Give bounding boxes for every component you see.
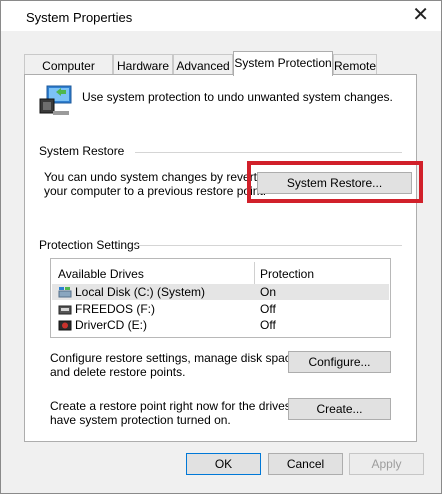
tab-hardware[interactable]: Hardware bbox=[113, 54, 173, 76]
drive-name: DriverCD (E:) bbox=[75, 318, 147, 332]
tab-computer-name[interactable]: Computer Name bbox=[24, 54, 113, 95]
configure-desc-line2: and delete restore points. bbox=[50, 365, 186, 379]
drive-name: Local Disk (C:) (System) bbox=[75, 285, 206, 299]
cancel-button[interactable]: Cancel bbox=[268, 453, 343, 475]
create-desc-line2: have system protection turned on. bbox=[50, 413, 231, 427]
column-header-protection[interactable]: Protection bbox=[260, 267, 314, 281]
title-bar[interactable]: System Properties ✕ bbox=[1, 1, 441, 31]
drive-protection: Off bbox=[260, 302, 276, 316]
tab-advanced[interactable]: Advanced bbox=[173, 54, 233, 76]
drive-protection: Off bbox=[260, 318, 276, 332]
cd-drive-icon bbox=[58, 320, 72, 331]
configure-desc-line1: Configure restore settings, manage disk … bbox=[50, 351, 301, 365]
drives-table[interactable]: Available Drives Protection Local Disk (… bbox=[50, 258, 391, 338]
system-restore-divider bbox=[135, 152, 402, 153]
protection-settings-group-title: Protection Settings bbox=[39, 238, 140, 252]
ok-button[interactable]: OK bbox=[186, 453, 261, 475]
system-restore-desc-line2: your computer to a previous restore poin… bbox=[44, 184, 267, 198]
drive-name: FREEDOS (F:) bbox=[75, 302, 155, 316]
tab-remote[interactable]: Remote bbox=[333, 54, 377, 76]
system-restore-group-title: System Restore bbox=[39, 144, 125, 158]
tab-system-protection[interactable]: System Protection bbox=[233, 51, 333, 76]
system-drive-icon bbox=[58, 287, 72, 298]
table-row[interactable]: FREEDOS (F:) Off bbox=[52, 301, 389, 317]
configure-button[interactable]: Configure... bbox=[288, 351, 391, 373]
intro-text: Use system protection to undo unwanted s… bbox=[82, 90, 393, 104]
window-title: System Properties bbox=[26, 10, 133, 25]
system-protection-icon bbox=[39, 85, 72, 115]
system-restore-highlight bbox=[247, 161, 423, 203]
system-restore-desc-line1: You can undo system changes by reverting bbox=[44, 170, 274, 184]
close-icon[interactable]: ✕ bbox=[412, 5, 429, 25]
drive-protection: On bbox=[260, 285, 277, 299]
column-divider bbox=[254, 262, 255, 284]
removable-drive-icon bbox=[58, 305, 72, 315]
table-row[interactable]: DriverCD (E:) Off bbox=[52, 317, 389, 333]
protection-settings-divider bbox=[135, 245, 402, 246]
column-header-available-drives[interactable]: Available Drives bbox=[58, 267, 144, 281]
create-desc-line1: Create a restore point right now for the… bbox=[50, 399, 315, 413]
system-properties-window: System Properties ✕ Computer Name Hardwa… bbox=[0, 0, 442, 494]
table-row[interactable]: Local Disk (C:) (System) On bbox=[52, 284, 389, 300]
apply-button[interactable]: Apply bbox=[349, 453, 424, 475]
create-button[interactable]: Create... bbox=[288, 398, 391, 420]
